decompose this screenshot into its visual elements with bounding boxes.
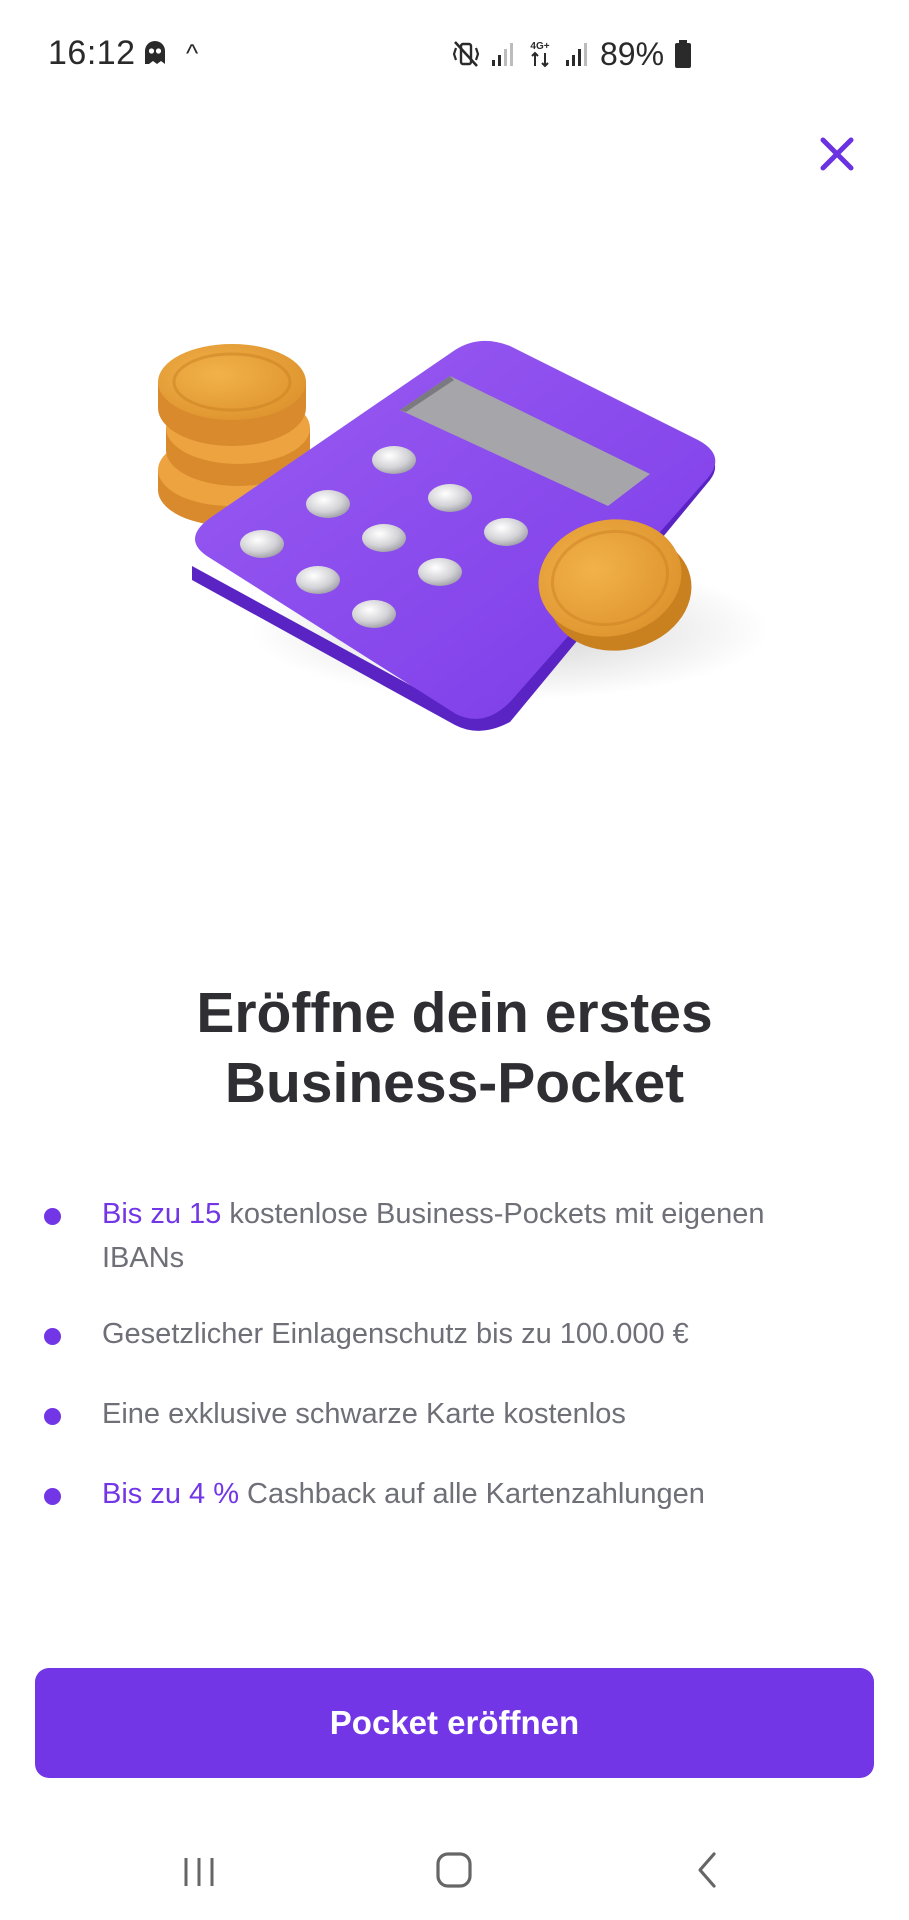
back-icon[interactable] — [692, 1850, 722, 1890]
benefit-text: Gesetzlicher Einlagenschutz bis zu 100.0… — [102, 1318, 689, 1350]
battery-percentage: 89% — [600, 35, 665, 72]
status-time: 16:12 — [48, 34, 136, 72]
open-pocket-button[interactable]: Pocket eröffnen — [35, 1668, 874, 1778]
bullet-dot-icon — [44, 1328, 61, 1345]
benefits-list: Bis zu 15 kostenlose Business-Pockets mi… — [0, 1192, 909, 1516]
data-4g-icon: 4G+ — [530, 41, 550, 68]
bullet-dot-icon — [44, 1408, 61, 1425]
benefit-text: Cashback auf alle Kartenzahlungen — [239, 1478, 705, 1510]
page-title: Eröffne dein erstes Business-Pocket — [0, 978, 909, 1118]
bullet-dot-icon — [44, 1488, 61, 1505]
calculator-coins-illustration — [158, 340, 770, 731]
caret-up-icon: ^ — [186, 38, 199, 68]
benefit-highlight: Bis zu 15 — [102, 1198, 222, 1230]
battery-icon — [675, 40, 692, 68]
status-indicators: 4G+ 89% — [452, 34, 692, 74]
home-icon[interactable] — [434, 1850, 474, 1890]
bullet-dot-icon — [44, 1208, 61, 1225]
ghost-icon — [145, 41, 165, 64]
list-item: Eine exklusive schwarze Karte kostenlos — [0, 1392, 909, 1436]
benefit-highlight: Bis zu 4 % — [102, 1478, 239, 1510]
benefit-text: Eine exklusive schwarze Karte kostenlos — [102, 1398, 626, 1430]
system-nav-bar — [0, 1820, 909, 1920]
close-button[interactable] — [813, 130, 861, 178]
title-line-1: Eröffne dein erstes — [196, 981, 713, 1045]
mute-vibrate-icon — [452, 41, 480, 67]
list-item: Gesetzlicher Einlagenschutz bis zu 100.0… — [0, 1312, 909, 1356]
list-item: Bis zu 4 % Cashback auf alle Kartenzahlu… — [0, 1472, 909, 1516]
network-type-label: 4G+ — [530, 41, 549, 52]
status-bar: 16:12 ^ 4G+ 89% — [0, 0, 909, 110]
signal-icon — [566, 43, 587, 66]
title-line-2: Business-Pocket — [224, 1051, 685, 1115]
recents-icon[interactable] — [180, 1854, 220, 1890]
list-item: Bis zu 15 kostenlose Business-Pockets mi… — [0, 1192, 909, 1280]
signal-icon — [492, 43, 513, 66]
close-icon — [820, 137, 854, 171]
